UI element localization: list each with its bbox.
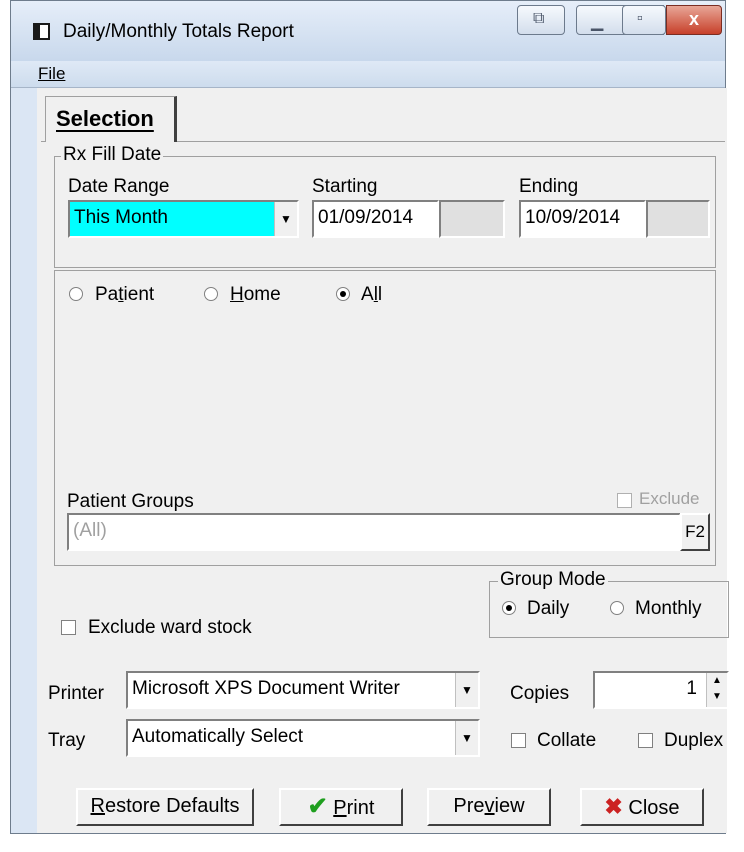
tab-selection[interactable]: Selection: [45, 96, 177, 142]
radio-daily[interactable]: [502, 601, 516, 615]
copies-label: Copies: [510, 683, 570, 704]
window-title: Daily/Monthly Totals Report: [63, 21, 294, 42]
radio-all-label: All: [361, 284, 383, 305]
ending-date-input[interactable]: 10/09/2014: [519, 200, 646, 238]
radio-all[interactable]: [336, 287, 350, 301]
radio-home-label: Home: [230, 284, 281, 305]
maximize-icon: ▫: [637, 10, 643, 27]
minimize-icon: ▁: [591, 14, 604, 31]
printer-select[interactable]: Microsoft XPS Document Writer ▼: [126, 671, 480, 709]
exclude-groups-label: Exclude: [639, 489, 700, 508]
copies-value: 1: [686, 678, 697, 699]
radio-monthly-label: Monthly: [635, 598, 702, 619]
date-range-select[interactable]: This Month ▼: [68, 200, 299, 238]
radio-patient-label: Patient: [95, 284, 155, 305]
copies-stepper[interactable]: ▲ ▼: [706, 673, 727, 707]
close-button[interactable]: ✖ Close: [580, 788, 704, 826]
restore-window-button[interactable]: ⧉: [517, 5, 565, 35]
starting-time-input[interactable]: [439, 200, 505, 238]
maximize-button[interactable]: ▫: [622, 5, 666, 35]
window-icon: [33, 23, 50, 40]
close-label: Close: [628, 797, 680, 819]
tray-label: Tray: [48, 730, 86, 751]
preview-button[interactable]: Preview: [427, 788, 551, 826]
copies-input[interactable]: 1 ▲ ▼: [593, 671, 729, 709]
printer-value: Microsoft XPS Document Writer: [132, 678, 400, 699]
exclude-ward-stock-label: Exclude ward stock: [88, 617, 252, 638]
close-icon: x: [688, 9, 699, 29]
chevron-down-icon[interactable]: ▼: [455, 721, 478, 755]
close-window-button[interactable]: x: [666, 5, 722, 35]
close-x-icon: ✖: [604, 794, 623, 819]
collate-checkbox[interactable]: [511, 733, 526, 748]
duplex-checkbox[interactable]: [638, 733, 653, 748]
checkmark-icon: ✔: [307, 793, 328, 820]
print-label: P: [333, 797, 347, 819]
chevron-down-icon[interactable]: ▼: [274, 202, 297, 236]
exclude-ward-stock-checkbox[interactable]: [61, 620, 76, 635]
ending-date-value: 10/09/2014: [525, 207, 621, 228]
date-range-label: Date Range: [68, 176, 170, 197]
patient-groups-input[interactable]: (All): [67, 513, 681, 551]
report-window: Daily/Monthly Totals Report ⧉ ▁ ▫ x File…: [10, 0, 729, 834]
radio-patient[interactable]: [69, 287, 83, 301]
print-button[interactable]: ✔ Print: [279, 788, 403, 826]
tray-select[interactable]: Automatically Select ▼: [126, 719, 480, 757]
starting-date-input[interactable]: 01/09/2014: [312, 200, 439, 238]
dialog-content: Selection Rx Fill Date Date Range This M…: [37, 88, 729, 833]
tray-value: Automatically Select: [132, 726, 304, 747]
ending-label: Ending: [519, 176, 579, 197]
menu-file[interactable]: File: [38, 64, 65, 84]
starting-date-value: 01/09/2014: [318, 207, 414, 228]
ending-time-input[interactable]: [646, 200, 710, 238]
patient-groups-value: (All): [73, 520, 107, 541]
exclude-groups-checkbox[interactable]: [617, 493, 632, 508]
printer-label: Printer: [48, 683, 104, 704]
radio-daily-label: Daily: [527, 598, 570, 619]
patient-groups-label: Patient Groups: [67, 491, 194, 512]
duplex-label: Duplex: [664, 730, 724, 751]
restore-defaults-button[interactable]: Restore Defaults: [76, 788, 254, 826]
fill-date-legend: Rx Fill Date: [61, 144, 164, 166]
group-mode-legend: Group Mode: [498, 569, 608, 591]
radio-monthly[interactable]: [610, 601, 624, 615]
radio-home[interactable]: [204, 287, 218, 301]
title-bar: Daily/Monthly Totals Report ⧉ ▁ ▫ x: [11, 1, 725, 61]
date-range-value: This Month: [74, 207, 168, 228]
copy-icon: ⧉: [533, 10, 545, 27]
chevron-down-icon[interactable]: ▼: [455, 673, 478, 707]
starting-label: Starting: [312, 176, 378, 197]
menu-bar: File: [11, 61, 725, 88]
collate-label: Collate: [537, 730, 597, 751]
f2-button[interactable]: F2: [680, 513, 710, 551]
tab-selection-label: Selection: [56, 106, 154, 131]
